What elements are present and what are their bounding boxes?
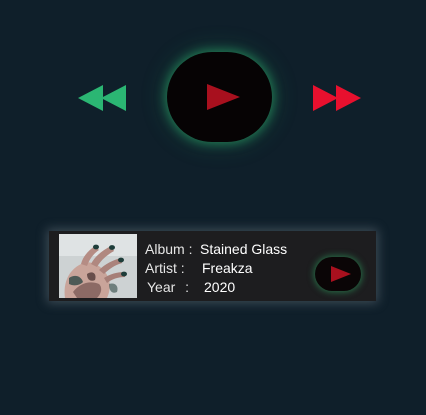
year-label: Year :	[147, 279, 190, 295]
album-cover	[59, 234, 137, 298]
fast-forward-icon	[313, 85, 361, 111]
year-value: 2020	[204, 279, 236, 295]
rewind-icon	[78, 85, 126, 111]
album-cover-image	[59, 234, 137, 298]
artist-name: Freakza	[202, 260, 253, 276]
play-icon	[331, 266, 351, 282]
play-button[interactable]	[167, 52, 272, 142]
rewind-button[interactable]	[76, 82, 128, 114]
fast-forward-button[interactable]	[311, 82, 363, 114]
album-name: Stained Glass	[200, 241, 288, 257]
now-playing-card: Album : Stained Glass Artist : Freakza Y…	[49, 231, 376, 301]
play-icon	[207, 84, 240, 110]
card-play-button[interactable]	[315, 257, 361, 291]
artist-label: Artist :	[145, 260, 185, 276]
album-label: Album :	[145, 241, 193, 257]
